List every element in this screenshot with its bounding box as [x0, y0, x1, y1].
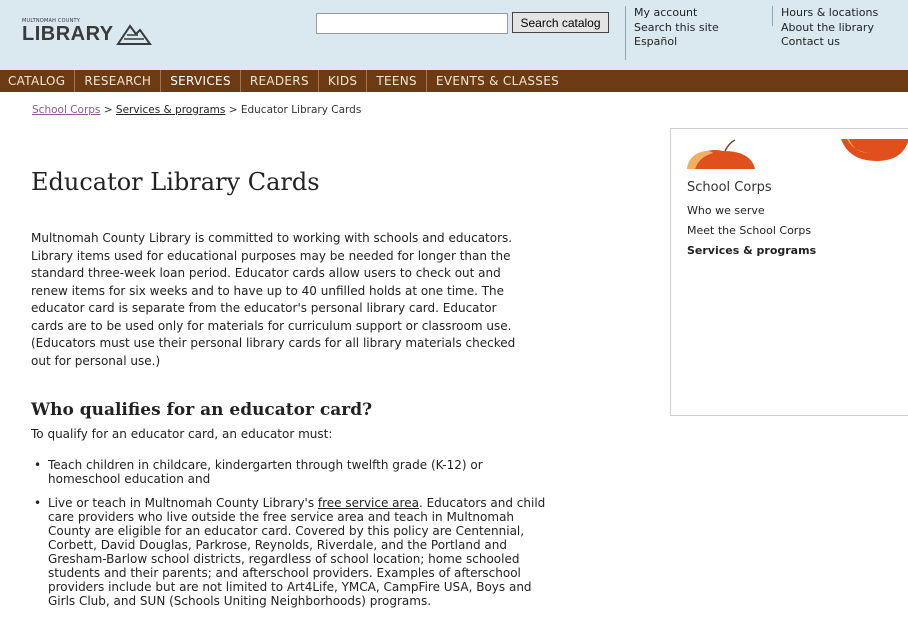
- list-item: • Live or teach in Multnomah County Libr…: [31, 496, 631, 608]
- apple-decoration-icon: [687, 139, 755, 169]
- utility-links-account: My account Search this site Español: [625, 6, 719, 60]
- utility-links-info: Hours & locations About the library Cont…: [772, 6, 878, 48]
- intro-paragraph: Multnomah County Library is committed to…: [31, 230, 599, 370]
- my-account-link[interactable]: My account: [634, 6, 719, 21]
- intro-line: educator card is separate from the educa…: [31, 301, 497, 315]
- sidebar: School Corps Who we serve Meet the Schoo…: [670, 128, 908, 416]
- intro-line: out for personal use.): [31, 353, 161, 368]
- breadcrumb-services-programs[interactable]: Services & programs: [116, 104, 225, 116]
- intro-line: Library items used for educational purpo…: [31, 248, 511, 263]
- breadcrumb-separator: >: [228, 104, 238, 116]
- intro-line: (Educators must use their personal libra…: [31, 336, 516, 350]
- espanol-link[interactable]: Español: [634, 35, 719, 50]
- list-item-text: Live or teach in Multnomah County Librar…: [48, 496, 318, 510]
- contact-us-link[interactable]: Contact us: [781, 35, 878, 50]
- site-header: MULTNOMAH COUNTY LIBRARY Search catalog …: [0, 0, 908, 70]
- sidebar-item-meet-school-corps[interactable]: Meet the School Corps: [687, 224, 811, 237]
- sidebar-title[interactable]: School Corps: [687, 180, 772, 195]
- intro-line: renew items for six weeks and to have up…: [31, 283, 505, 298]
- sidebar-item-services-programs[interactable]: Services & programs: [687, 244, 816, 257]
- section-heading: Who qualifies for an educator card?: [31, 400, 373, 420]
- list-item-line: homeschool education and: [48, 472, 211, 486]
- nav-services[interactable]: SERVICES: [160, 70, 240, 92]
- bullet-marker: •: [34, 458, 42, 472]
- hours-locations-link[interactable]: Hours & locations: [781, 6, 878, 21]
- breadcrumb-separator: >: [103, 104, 113, 116]
- list-item: • Teach children in childcare, kindergar…: [31, 458, 631, 486]
- breadcrumb-school-corps[interactable]: School Corps: [32, 104, 100, 116]
- sidebar-item-who-we-serve[interactable]: Who we serve: [687, 204, 765, 217]
- list-item-line: Teach children in childcare, kindergarte…: [48, 458, 483, 472]
- breadcrumb-current: Educator Library Cards: [240, 104, 362, 116]
- catalog-search-input[interactable]: [316, 13, 508, 34]
- nav-kids[interactable]: KIDS: [317, 70, 366, 92]
- list-item-text: . Educators and child: [418, 496, 546, 510]
- nav-events-classes[interactable]: EVENTS & CLASSES: [425, 70, 568, 92]
- apple-decoration-icon: [841, 139, 908, 161]
- list-item-line: students and their parents; and aftersch…: [48, 566, 521, 580]
- page-title: Educator Library Cards: [31, 168, 320, 196]
- list-item-line: Girls Club, and SUN (Schools Uniting Nei…: [48, 594, 432, 608]
- nav-teens[interactable]: TEENS: [366, 70, 426, 92]
- bullet-marker: •: [34, 496, 42, 510]
- list-item-line: Corbett, David Douglas, Parkrose, Reynol…: [48, 538, 507, 552]
- list-item-line: County are eligible for an educator card…: [48, 524, 525, 538]
- library-logo[interactable]: MULTNOMAH COUNTY LIBRARY: [22, 18, 152, 58]
- list-item-line: providers include but are not limited to…: [48, 580, 532, 594]
- search-this-site-link[interactable]: Search this site: [634, 21, 719, 36]
- about-library-link[interactable]: About the library: [781, 21, 878, 36]
- list-item-line: Live or teach in Multnomah County Librar…: [48, 496, 631, 510]
- mountain-logo-icon: [116, 24, 152, 45]
- list-item-line: care providers who live outside the free…: [48, 510, 515, 524]
- intro-line: standard three-week loan period. Educato…: [31, 266, 501, 280]
- free-service-area-link[interactable]: free service area: [318, 496, 419, 510]
- main-navigation: CATALOG RESEARCH SERVICES READERS KIDS T…: [0, 70, 908, 92]
- intro-line: Multnomah County Library is committed to…: [31, 231, 513, 245]
- intro-line: cards are to be used only for materials …: [31, 318, 512, 333]
- search-catalog-button[interactable]: Search catalog: [512, 12, 609, 33]
- qualify-intro: To qualify for an educator card, an educ…: [31, 427, 333, 441]
- nav-readers[interactable]: READERS: [239, 70, 318, 92]
- breadcrumb: School Corps > Services & programs > Edu…: [32, 104, 361, 116]
- list-item-line: Gresham-Barlow school districts, regardl…: [48, 552, 520, 566]
- nav-catalog[interactable]: CATALOG: [8, 70, 74, 92]
- nav-research[interactable]: RESEARCH: [74, 70, 160, 92]
- qualification-list: • Teach children in childcare, kindergar…: [31, 458, 631, 618]
- logo-library-text: LIBRARY: [22, 23, 114, 45]
